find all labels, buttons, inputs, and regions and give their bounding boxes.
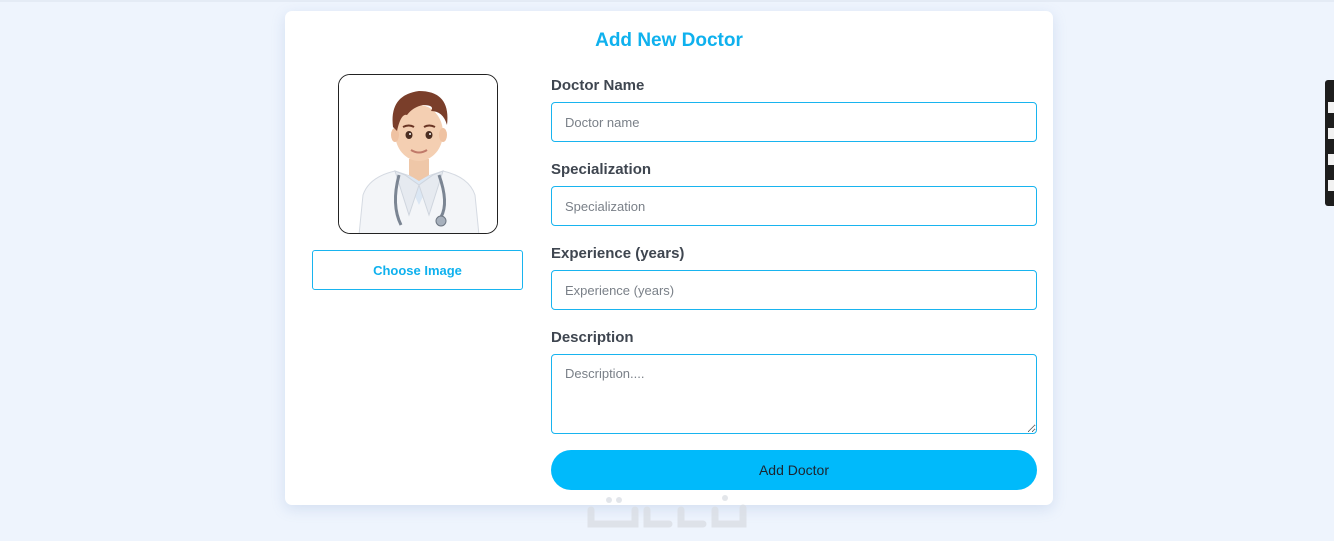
add-doctor-button[interactable]: Add Doctor: [551, 450, 1037, 490]
description-textarea[interactable]: [551, 354, 1037, 434]
toolbar-item[interactable]: [1328, 102, 1334, 113]
experience-input[interactable]: [551, 270, 1037, 310]
description-label: Description: [551, 329, 634, 346]
experience-label: Experience (years): [551, 245, 685, 262]
doctor-name-input[interactable]: [551, 102, 1037, 142]
top-divider: [0, 0, 1334, 2]
watermark-logo-icon: [587, 495, 747, 528]
choose-image-button[interactable]: Choose Image: [312, 250, 523, 290]
toolbar-item[interactable]: [1328, 154, 1334, 165]
specialization-label: Specialization: [551, 161, 652, 178]
page-title: Add New Doctor: [595, 30, 743, 51]
doctor-avatar: [338, 74, 498, 234]
toolbar-item[interactable]: [1328, 180, 1334, 191]
browser-extension-toolbar[interactable]: [1325, 80, 1334, 206]
doctor-name-label: Doctor Name: [551, 77, 645, 94]
specialization-input[interactable]: [551, 186, 1037, 226]
doctor-avatar-icon: [339, 75, 497, 233]
add-doctor-card: Add New Doctor Choose Image Doctor Name …: [285, 11, 1053, 505]
toolbar-item[interactable]: [1328, 128, 1334, 139]
